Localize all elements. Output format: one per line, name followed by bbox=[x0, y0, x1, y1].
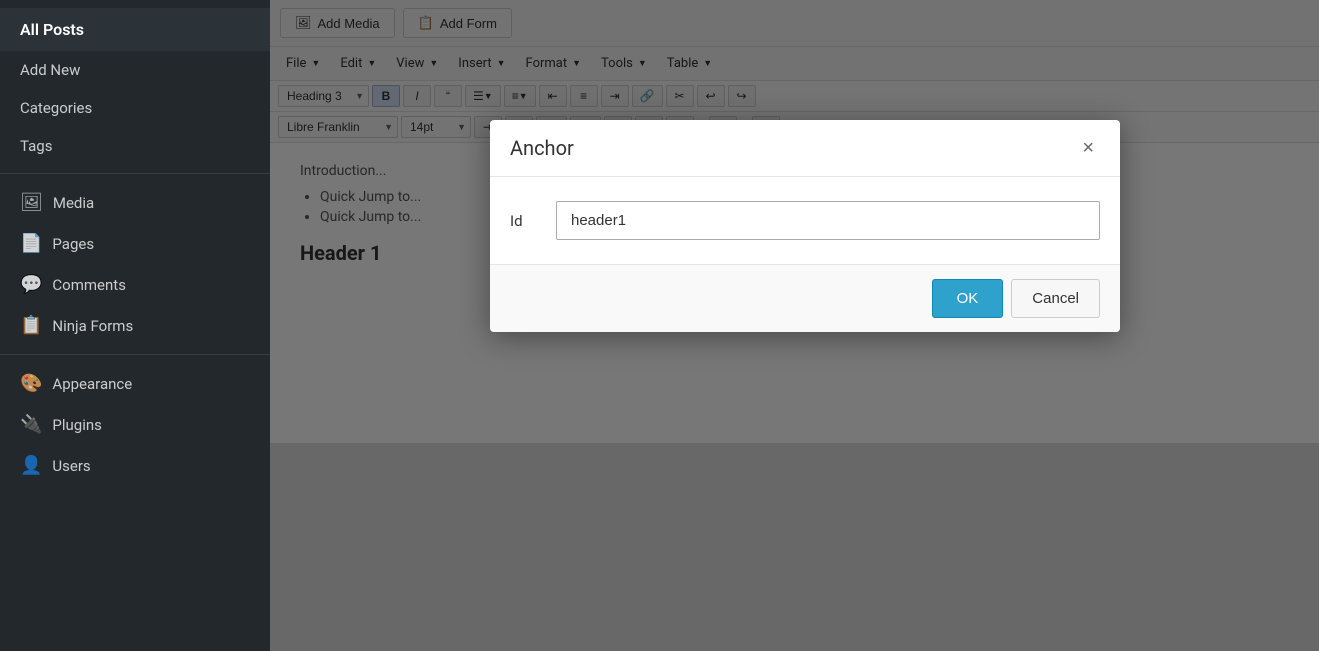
sidebar-item-comments[interactable]: 💬 Comments bbox=[0, 264, 270, 305]
modal-body: Id bbox=[490, 177, 1120, 265]
main-area: 🖼 Add Media 📋 Add Form File▼ Edit▼ View▼… bbox=[270, 0, 1319, 651]
modal-header: Anchor × bbox=[490, 120, 1120, 177]
sidebar-item-label: Media bbox=[53, 194, 94, 212]
modal-title: Anchor bbox=[510, 136, 574, 160]
comments-icon: 💬 bbox=[20, 274, 42, 295]
anchor-modal: Anchor × Id OK Cancel bbox=[490, 120, 1120, 332]
sidebar: All Posts Add New Categories Tags 🖼 Medi… bbox=[0, 0, 270, 651]
media-icon: 🖼 bbox=[20, 192, 43, 213]
modal-close-button[interactable]: × bbox=[1076, 136, 1100, 160]
sidebar-item-categories[interactable]: Categories bbox=[0, 89, 270, 127]
sidebar-item-pages[interactable]: 📄 Pages bbox=[0, 223, 270, 264]
appearance-icon: 🎨 bbox=[20, 373, 42, 394]
id-label: Id bbox=[510, 212, 540, 230]
ninja-forms-icon: 📋 bbox=[20, 315, 42, 336]
sidebar-item-all-posts[interactable]: All Posts bbox=[0, 8, 270, 51]
id-input[interactable] bbox=[556, 201, 1100, 240]
sidebar-item-appearance[interactable]: 🎨 Appearance bbox=[0, 363, 270, 404]
pages-icon: 📄 bbox=[20, 233, 42, 254]
sidebar-item-label: Appearance bbox=[52, 375, 132, 393]
sidebar-item-tags[interactable]: Tags bbox=[0, 127, 270, 165]
modal-footer: OK Cancel bbox=[490, 265, 1120, 332]
sidebar-item-label: Tags bbox=[20, 137, 52, 155]
cancel-button[interactable]: Cancel bbox=[1011, 279, 1100, 318]
sidebar-item-media[interactable]: 🖼 Media bbox=[0, 182, 270, 223]
users-icon: 👤 bbox=[20, 455, 42, 476]
sidebar-item-label: Pages bbox=[52, 235, 94, 253]
sidebar-item-users[interactable]: 👤 Users bbox=[0, 445, 270, 486]
sidebar-item-add-new[interactable]: Add New bbox=[0, 51, 270, 89]
sidebar-item-label: Users bbox=[52, 457, 90, 475]
sidebar-item-label: Categories bbox=[20, 99, 92, 117]
sidebar-item-label: Add New bbox=[20, 61, 80, 79]
sidebar-divider bbox=[0, 173, 270, 174]
modal-overlay: Anchor × Id OK Cancel bbox=[270, 0, 1319, 651]
ok-button[interactable]: OK bbox=[932, 279, 1004, 318]
sidebar-item-label: Ninja Forms bbox=[52, 317, 133, 335]
sidebar-divider-2 bbox=[0, 354, 270, 355]
sidebar-item-plugins[interactable]: 🔌 Plugins bbox=[0, 404, 270, 445]
plugins-icon: 🔌 bbox=[20, 414, 42, 435]
sidebar-item-ninja-forms[interactable]: 📋 Ninja Forms bbox=[0, 305, 270, 346]
sidebar-item-label: Comments bbox=[52, 276, 126, 294]
sidebar-item-label: Plugins bbox=[52, 416, 101, 434]
sidebar-item-label: All Posts bbox=[20, 20, 84, 39]
